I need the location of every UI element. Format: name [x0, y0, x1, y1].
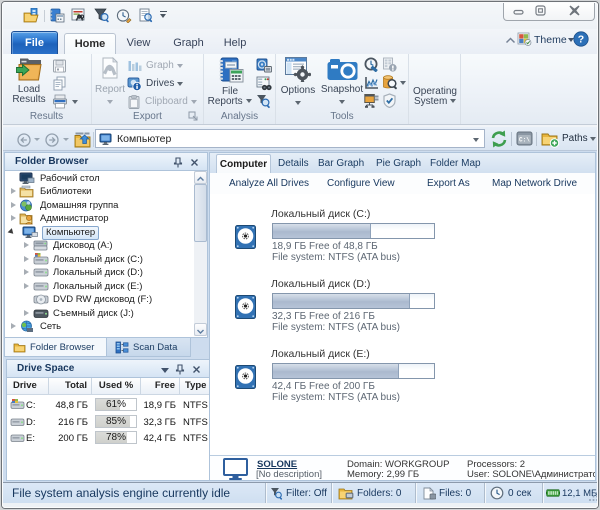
svg-text:?: ?	[578, 34, 584, 46]
svg-text:C:\: C:\	[519, 137, 530, 144]
